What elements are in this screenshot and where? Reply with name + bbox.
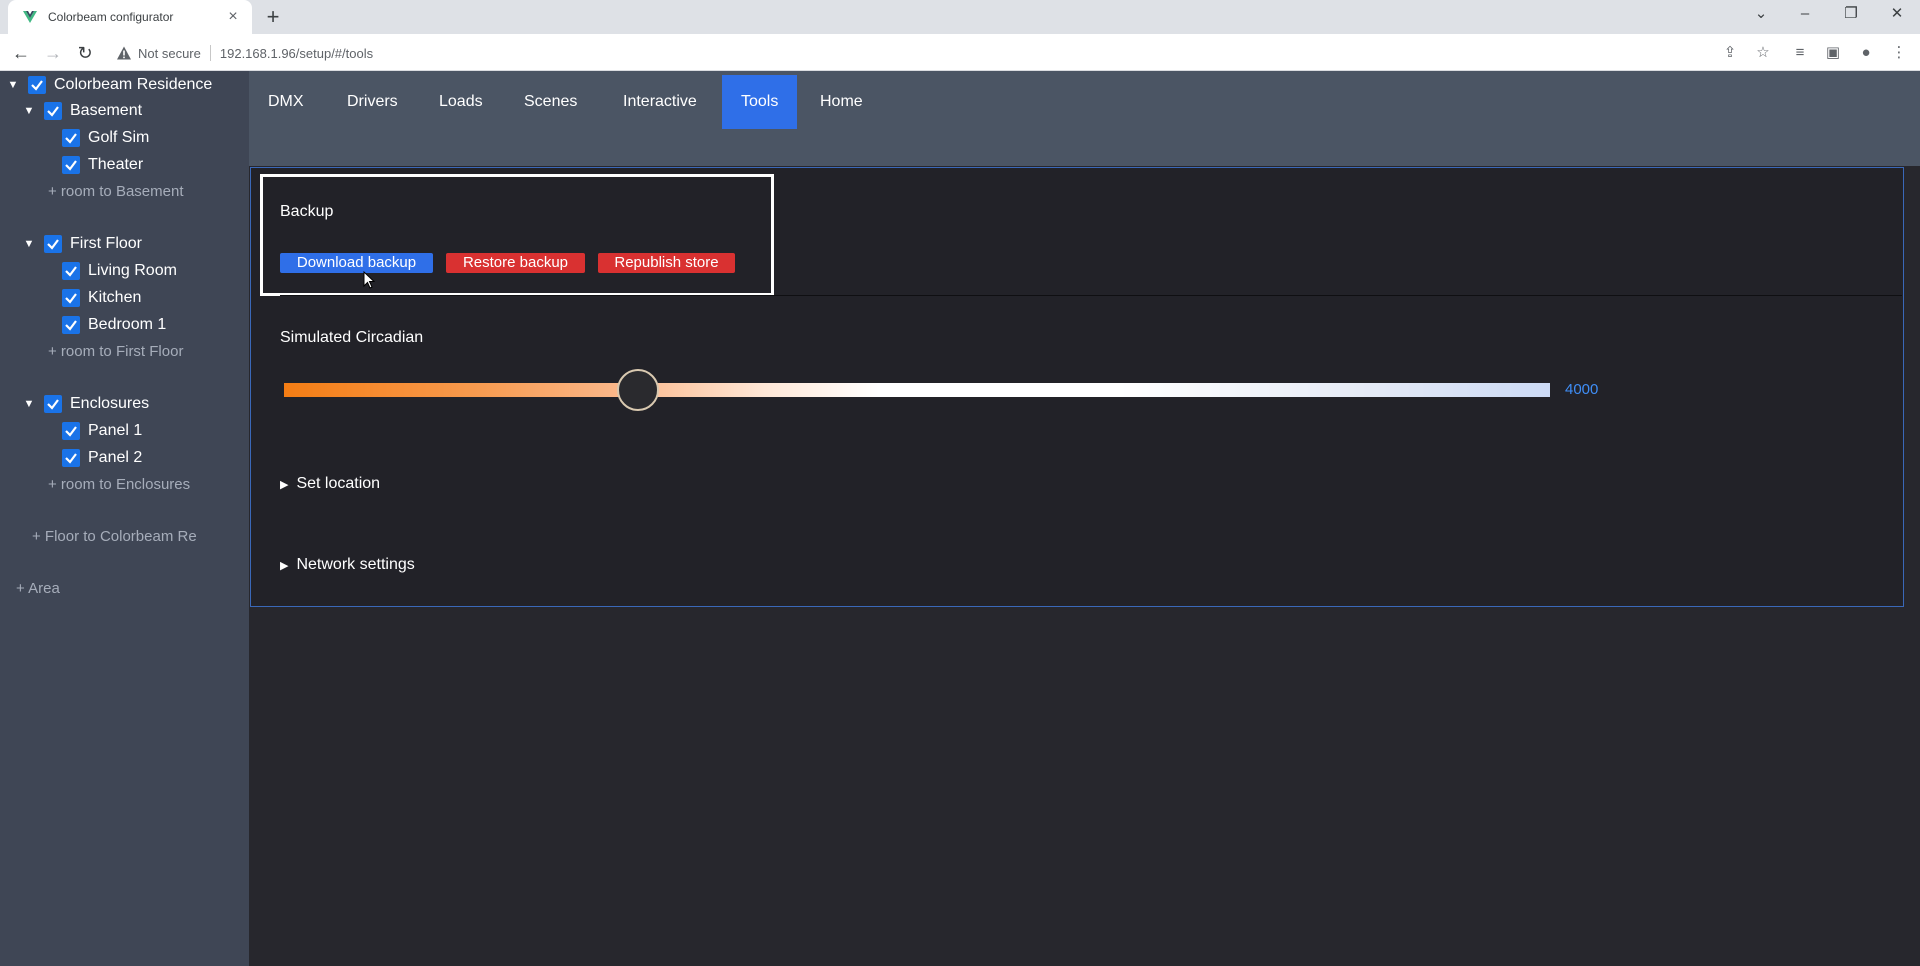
omnibox-divider <box>209 45 211 61</box>
bookmark-star-icon[interactable]: ☆ <box>1752 42 1774 64</box>
checkbox[interactable] <box>44 102 62 120</box>
minimize-icon[interactable]: – <box>1787 0 1823 30</box>
vue-logo-icon <box>23 11 37 23</box>
tab-search-icon[interactable]: ⌄ <box>1743 0 1779 30</box>
tree-room-row[interactable]: Golf Sim <box>62 127 149 149</box>
set-location-label: Set location <box>296 475 381 492</box>
checkbox[interactable] <box>28 76 46 94</box>
floor-label: First Floor <box>70 235 142 252</box>
room-label: Panel 2 <box>88 449 143 466</box>
restore-backup-button[interactable]: Restore backup <box>446 253 585 273</box>
add-room-link[interactable]: + room to First Floor <box>48 343 183 360</box>
download-backup-button[interactable]: Download backup <box>280 253 433 273</box>
mouse-cursor-icon <box>363 271 375 289</box>
forward-icon[interactable]: → <box>40 40 66 66</box>
url-text[interactable]: 192.168.1.96/setup/#/tools <box>220 46 373 61</box>
area-tree-sidebar: ▼ Colorbeam Residence ▼ Basement Golf Si… <box>0 71 249 966</box>
tab-close-icon[interactable]: × <box>224 8 242 26</box>
nav-tab-loads[interactable]: Loads <box>420 75 502 129</box>
checkbox[interactable] <box>62 316 80 334</box>
tree-room-row[interactable]: Bedroom 1 <box>62 314 166 336</box>
checkbox[interactable] <box>62 449 80 467</box>
tree-room-row[interactable]: Theater <box>62 154 143 176</box>
profile-icon[interactable]: ● <box>1855 42 1877 64</box>
circadian-value: 4000 <box>1565 381 1599 398</box>
nav-tab-home[interactable]: Home <box>801 75 882 129</box>
floor-label: Basement <box>70 102 143 119</box>
tree-area-row[interactable]: ▼ Colorbeam Residence <box>6 74 212 96</box>
room-label: Living Room <box>88 262 177 279</box>
add-area-link[interactable]: + Area <box>16 580 60 597</box>
area-label: Colorbeam Residence <box>54 76 213 93</box>
add-room-link[interactable]: + room to Basement <box>48 183 183 200</box>
backup-section-highlight: Backup Download backup Restore backup Re… <box>260 174 774 296</box>
checkbox[interactable] <box>44 235 62 253</box>
nav-tab-dmx[interactable]: DMX <box>249 75 323 129</box>
tab-title: Colorbeam configurator <box>48 10 174 24</box>
checkbox[interactable] <box>62 156 80 174</box>
menu-icon[interactable]: ⋮ <box>1888 42 1910 64</box>
network-settings-toggle[interactable]: ▶ Network settings <box>280 556 415 574</box>
backup-title: Backup <box>280 203 334 220</box>
browser-tab-strip: Colorbeam configurator × + ⌄ – ❐ ✕ <box>0 0 1920 34</box>
checkbox[interactable] <box>62 422 80 440</box>
caret-down-icon[interactable]: ▼ <box>22 398 36 410</box>
room-label: Theater <box>88 156 144 173</box>
room-label: Panel 1 <box>88 422 143 439</box>
warning-icon <box>117 46 131 60</box>
caret-down-icon[interactable]: ▼ <box>22 105 36 117</box>
reading-list-icon[interactable]: ≡ <box>1789 42 1811 64</box>
tree-floor-row[interactable]: ▼ Enclosures <box>22 393 149 415</box>
nav-tab-scenes[interactable]: Scenes <box>505 75 596 129</box>
triangle-right-icon: ▶ <box>280 559 289 572</box>
new-tab-button[interactable]: + <box>260 5 286 31</box>
add-floor-link[interactable]: + Floor to Colorbeam Re <box>32 528 197 545</box>
caret-down-icon[interactable]: ▼ <box>6 79 20 91</box>
restore-icon[interactable]: ❐ <box>1833 0 1869 30</box>
room-label: Golf Sim <box>88 129 150 146</box>
nav-tab-drivers[interactable]: Drivers <box>328 75 417 129</box>
tree-room-row[interactable]: Panel 2 <box>62 447 142 469</box>
reload-icon[interactable]: ↻ <box>72 40 98 66</box>
tree-room-row[interactable]: Living Room <box>62 260 177 282</box>
republish-store-button[interactable]: Republish store <box>598 253 735 273</box>
room-label: Kitchen <box>88 289 142 306</box>
checkbox[interactable] <box>44 395 62 413</box>
floor-label: Enclosures <box>70 395 150 412</box>
omnibox[interactable]: Not secure 192.168.1.96/setup/#/tools <box>116 40 1704 66</box>
set-location-toggle[interactable]: ▶ Set location <box>280 475 380 493</box>
checkbox[interactable] <box>62 129 80 147</box>
security-status[interactable]: Not secure <box>138 46 201 61</box>
section-divider <box>280 295 1902 296</box>
side-panel-icon[interactable]: ▣ <box>1822 42 1844 64</box>
circadian-slider-handle[interactable] <box>617 369 659 411</box>
address-bar: ← → ↻ Not secure 192.168.1.96/setup/#/to… <box>0 34 1920 71</box>
caret-down-icon[interactable]: ▼ <box>22 238 36 250</box>
share-icon[interactable]: ⇪ <box>1719 42 1741 64</box>
main-nav: DMX Drivers Loads Scenes Interactive Too… <box>249 71 1920 166</box>
network-settings-label: Network settings <box>296 556 415 573</box>
tree-floor-row[interactable]: ▼ Basement <box>22 100 142 122</box>
tree-floor-row[interactable]: ▼ First Floor <box>22 233 142 255</box>
add-room-link[interactable]: + room to Enclosures <box>48 476 190 493</box>
close-window-icon[interactable]: ✕ <box>1879 0 1915 30</box>
checkbox[interactable] <box>62 289 80 307</box>
checkbox[interactable] <box>62 262 80 280</box>
circadian-title: Simulated Circadian <box>280 329 424 346</box>
tree-room-row[interactable]: Kitchen <box>62 287 141 309</box>
browser-tab[interactable]: Colorbeam configurator × <box>8 0 252 34</box>
back-icon[interactable]: ← <box>8 40 34 66</box>
nav-tab-tools[interactable]: Tools <box>722 75 798 129</box>
tools-panel: Backup Download backup Restore backup Re… <box>250 167 1904 607</box>
circadian-slider-track[interactable] <box>284 383 1550 397</box>
room-label: Bedroom 1 <box>88 316 167 333</box>
tree-room-row[interactable]: Panel 1 <box>62 420 142 442</box>
triangle-right-icon: ▶ <box>280 478 289 491</box>
nav-tab-interactive[interactable]: Interactive <box>604 75 716 129</box>
